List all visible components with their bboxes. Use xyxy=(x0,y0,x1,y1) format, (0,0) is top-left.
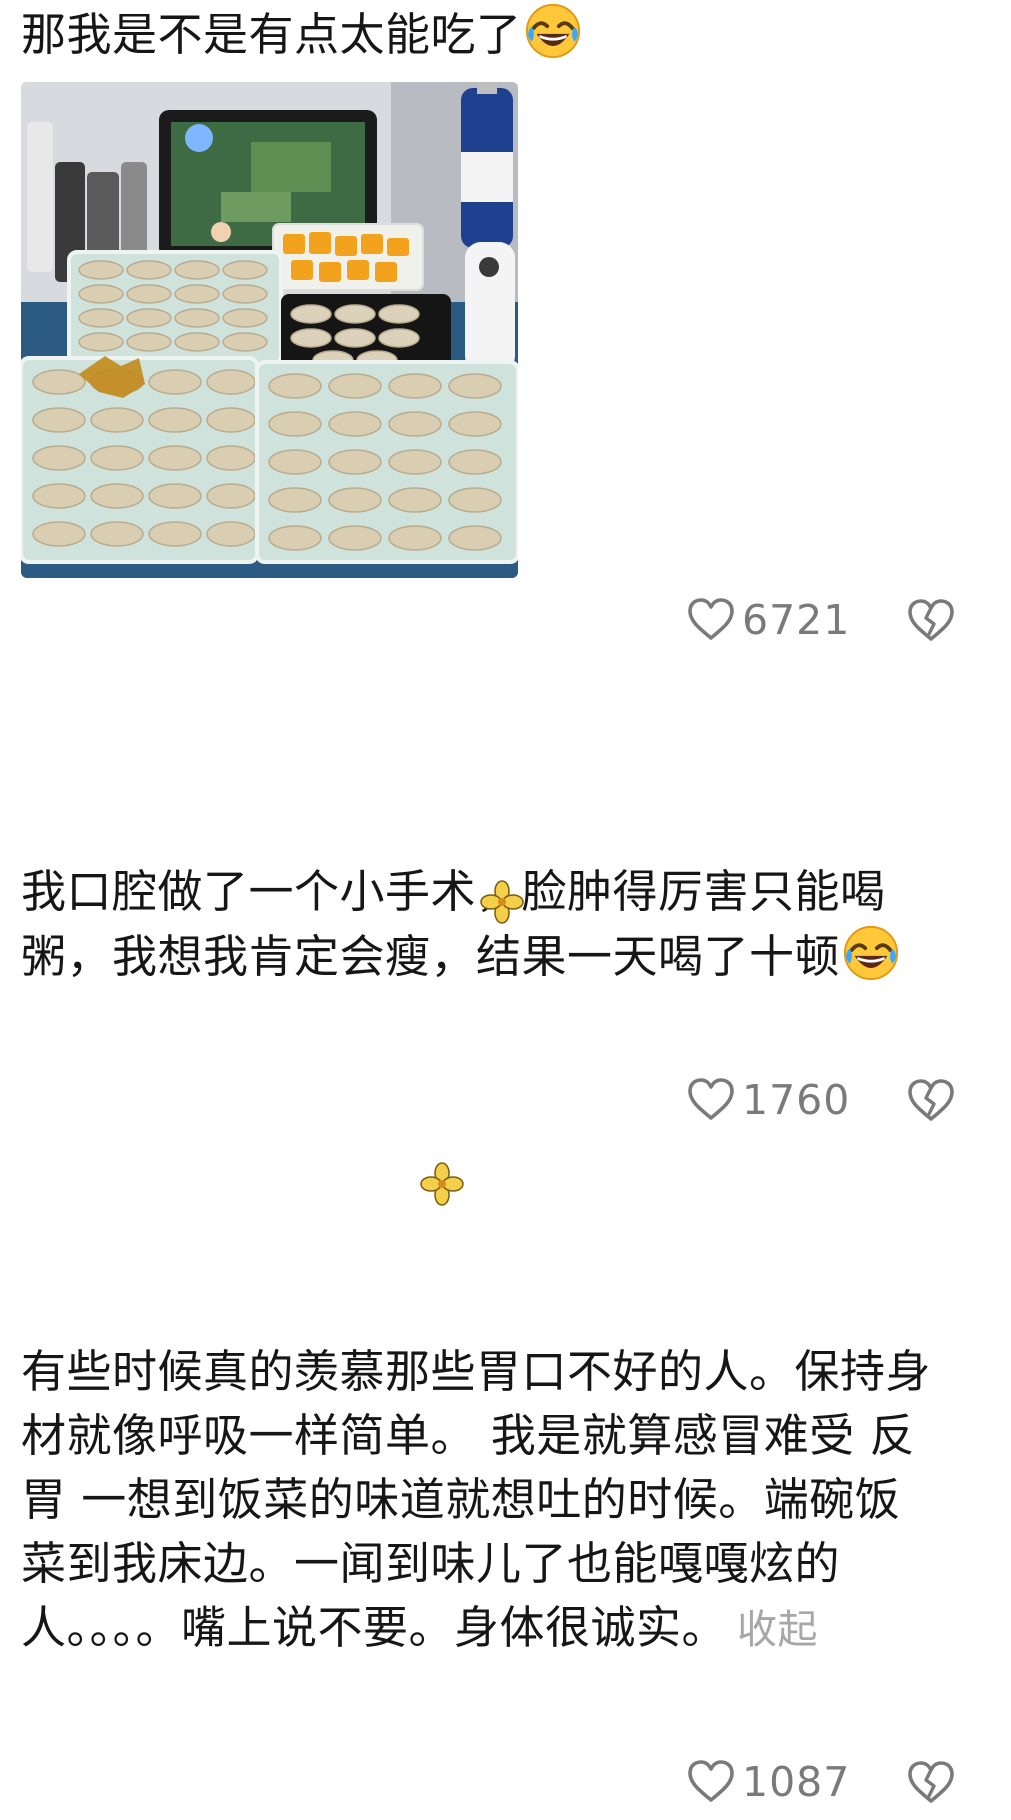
comment-2-actions: 1760 xyxy=(0,1070,1011,1130)
comment-photo[interactable] xyxy=(21,82,518,578)
heart-outline-icon xyxy=(686,1075,736,1125)
like-button[interactable]: 6721 xyxy=(686,590,850,650)
dumplings-photo xyxy=(21,82,518,578)
like-button[interactable]: 1087 xyxy=(686,1752,850,1812)
comment-1: 那我是不是有点太能吃了 xyxy=(21,2,941,67)
like-count: 1087 xyxy=(742,1758,851,1806)
comment-3: 有些时候真的羡慕那些胃口不好的人。保持身材就像呼吸一样简单。 我是就算感冒难受 … xyxy=(21,1340,941,1662)
rolling-on-floor-laughing-emoji xyxy=(842,924,900,982)
broken-heart-icon[interactable] xyxy=(906,596,956,646)
comment-text: 有些时候真的羡慕那些胃口不好的人。保持身材就像呼吸一样简单。 我是就算感冒难受 … xyxy=(21,1340,941,1662)
like-count: 6721 xyxy=(742,596,851,644)
comment-body: 我口腔做了一个小手术，脸肿得厉害只能喝粥，我想我肯定会瘦，结果一天喝了十顿 xyxy=(21,865,886,983)
broken-heart-icon[interactable] xyxy=(906,1076,956,1126)
collapse-link[interactable]: 收起 xyxy=(737,1607,818,1653)
broken-heart-icon[interactable] xyxy=(906,1758,956,1808)
rolling-on-floor-laughing-emoji xyxy=(524,2,582,60)
comment-1-actions: 6721 xyxy=(0,590,1011,650)
heart-outline-icon xyxy=(686,595,736,645)
heart-outline-icon xyxy=(686,1757,736,1807)
flower-sticker xyxy=(480,880,524,924)
comment-body: 那我是不是有点太能吃了 xyxy=(21,8,522,61)
flower-sticker xyxy=(420,1162,464,1206)
like-count: 1760 xyxy=(742,1076,851,1124)
like-button[interactable]: 1760 xyxy=(686,1070,850,1130)
comment-3-actions: 1087 xyxy=(0,1752,1011,1812)
comment-text: 那我是不是有点太能吃了 xyxy=(21,2,941,67)
